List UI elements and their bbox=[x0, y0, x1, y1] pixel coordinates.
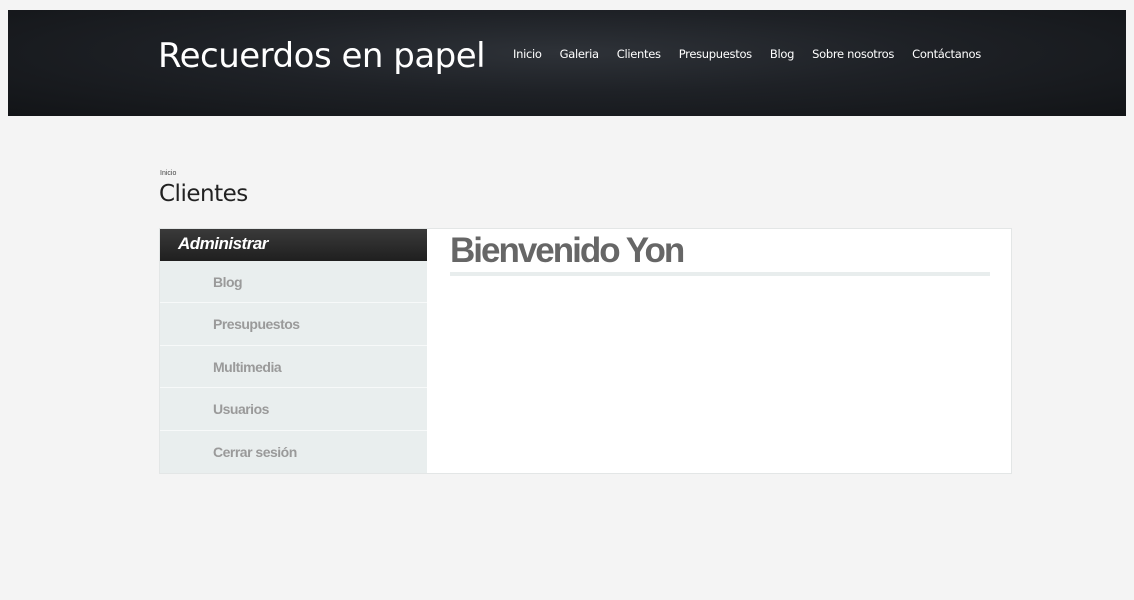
page-title: Clientes bbox=[159, 181, 248, 207]
sidebar-item-blog[interactable]: Blog bbox=[160, 261, 427, 304]
sidebar-item-presupuestos[interactable]: Presupuestos bbox=[160, 303, 427, 346]
sidebar-item-multimedia[interactable]: Multimedia bbox=[160, 346, 427, 389]
nav-item-blog[interactable]: Blog bbox=[770, 47, 795, 63]
site-title-link[interactable]: Recuerdos en papel bbox=[158, 36, 486, 76]
nav-item-inicio[interactable]: Inicio bbox=[513, 47, 542, 63]
nav-item-sobre-nosotros[interactable]: Sobre nosotros bbox=[812, 47, 894, 63]
content-box: Administrar Blog Presupuestos Multimedia… bbox=[159, 228, 1012, 474]
nav-item-contactanos[interactable]: Contáctanos bbox=[912, 47, 981, 63]
page: Recuerdos en papel Inicio Galeria Client… bbox=[8, 10, 1126, 600]
admin-sidebar-heading: Administrar bbox=[160, 229, 427, 261]
welcome-heading: Bienvenido Yon bbox=[450, 231, 685, 270]
nav-item-galeria[interactable]: Galeria bbox=[560, 47, 599, 63]
admin-sidebar: Administrar Blog Presupuestos Multimedia… bbox=[160, 229, 427, 473]
breadcrumb[interactable]: Inicio bbox=[160, 170, 176, 177]
nav-item-presupuestos[interactable]: Presupuestos bbox=[679, 47, 752, 63]
main-nav: Inicio Galeria Clientes Presupuestos Blo… bbox=[513, 47, 999, 63]
heading-divider bbox=[450, 272, 990, 276]
nav-item-clientes[interactable]: Clientes bbox=[617, 47, 661, 63]
sidebar-item-usuarios[interactable]: Usuarios bbox=[160, 388, 427, 431]
sidebar-item-cerrar-sesion[interactable]: Cerrar sesión bbox=[160, 431, 427, 473]
site-header: Recuerdos en papel Inicio Galeria Client… bbox=[8, 10, 1126, 116]
